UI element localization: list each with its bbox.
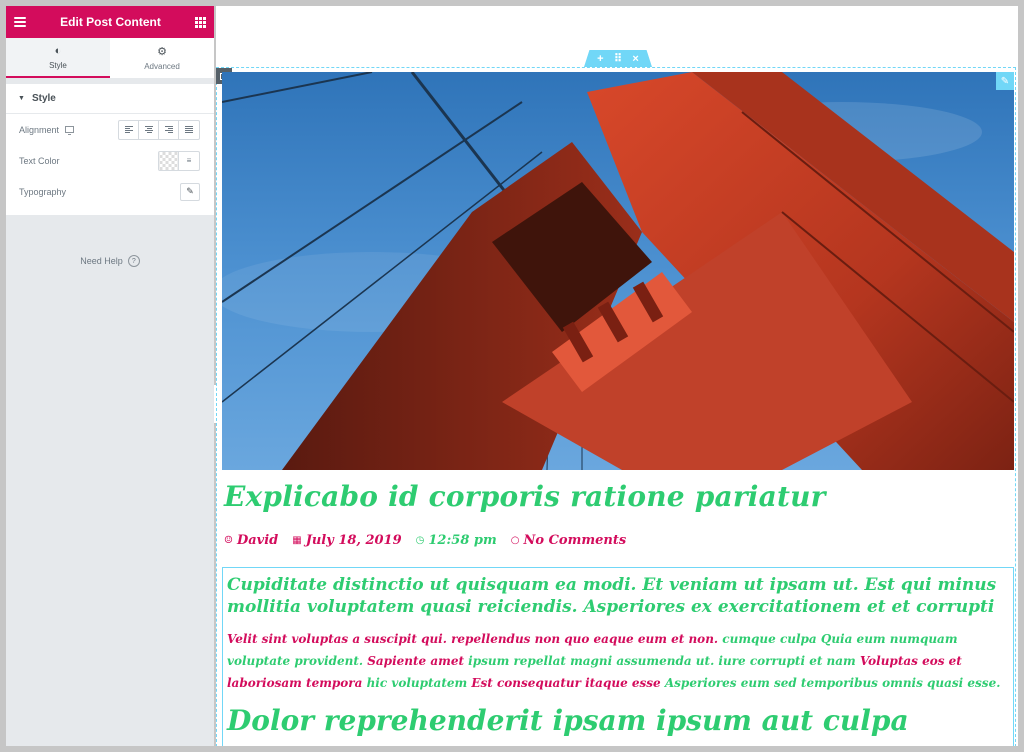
close-icon[interactable]: × xyxy=(632,53,638,65)
lead-paragraph: Cupiditate distinctio ut quisquam ea mod… xyxy=(227,575,997,617)
desktop-icon[interactable] xyxy=(65,126,75,135)
post-content-widget[interactable]: Cupiditate distinctio ut quisquam ea mod… xyxy=(222,567,1014,746)
preview-canvas: + ⠿ × ✎ Explicabo id corporis ratione pa… xyxy=(216,6,1018,746)
alignment-label: Alignment xyxy=(19,124,60,135)
body-link[interactable]: hic voluptatem xyxy=(367,676,472,690)
clock-icon: ◷ xyxy=(415,535,425,546)
pencil-icon[interactable]: ✎ xyxy=(180,182,200,201)
panel-title: Edit Post Content xyxy=(60,15,161,29)
need-help-label: Need Help xyxy=(80,256,123,266)
align-right-button[interactable] xyxy=(159,120,179,139)
style-controls: Alignment Text Color ≡ Typography ✎ xyxy=(6,114,214,215)
bridge-tower-illustration xyxy=(222,72,1014,470)
help-icon: ? xyxy=(127,255,140,267)
post-meta: ☺ David ▦ July 18, 2019 ◷ 12:58 pm ○ No Comm… xyxy=(224,533,626,548)
body-link[interactable]: ipsum repellat magni assumenda ut. iure … xyxy=(468,654,860,668)
pencil-icon: ✎ xyxy=(1000,75,1010,87)
drag-handle-icon[interactable]: ⠿ xyxy=(614,52,622,65)
gear-icon: ⚙ xyxy=(157,46,167,58)
comment-icon: ○ xyxy=(510,535,520,546)
typography-label: Typography xyxy=(19,186,67,197)
meta-comments[interactable]: ○ No Comments xyxy=(511,533,626,548)
panel-tabs: ◐ Style ⚙ Advanced xyxy=(6,38,214,78)
text-color-control: Text Color ≡ xyxy=(6,145,214,176)
meta-author[interactable]: ☺ David xyxy=(224,533,278,548)
section-handle: + ⠿ × xyxy=(584,50,652,67)
style-section-toggle[interactable]: ▼ Style xyxy=(6,84,214,114)
body-text: Est consequatur itaque esse xyxy=(471,676,665,690)
post-time: 12:58 pm xyxy=(428,533,497,548)
editor-panel: Edit Post Content ◐ Style ⚙ Advanced ▼ S… xyxy=(6,6,214,746)
text-color-label: Text Color xyxy=(19,155,60,166)
alignment-control: Alignment xyxy=(6,114,214,145)
body-link[interactable]: Asperiores eum sed temporibus omnis quas… xyxy=(665,676,1001,690)
body-paragraph: Velit sint voluptas a suscipit qui. repe… xyxy=(227,628,1009,694)
tab-style-label: Style xyxy=(49,60,67,70)
color-picker-group: ≡ xyxy=(158,150,200,171)
user-icon: ☺ xyxy=(224,535,233,546)
caret-down-icon: ▼ xyxy=(18,95,25,102)
panel-header: Edit Post Content xyxy=(6,6,214,38)
calendar-icon: ▦ xyxy=(292,535,302,546)
body-text: Velit sint voluptas a suscipit qui. repe… xyxy=(227,632,723,646)
tab-style[interactable]: ◐ Style xyxy=(6,38,110,78)
content-heading: Dolor reprehenderit ipsam ipsum aut culp… xyxy=(227,704,909,737)
post-title[interactable]: Explicabo id corporis ratione pariatur xyxy=(224,480,826,513)
widget-edit-button[interactable]: ✎ xyxy=(996,72,1014,90)
widgets-grid-icon[interactable] xyxy=(194,16,206,28)
post-date: July 18, 2019 xyxy=(305,533,402,548)
hamburger-menu-icon[interactable] xyxy=(14,17,26,27)
featured-image xyxy=(222,72,1014,470)
tab-advanced[interactable]: ⚙ Advanced xyxy=(110,38,214,78)
alignment-buttons xyxy=(118,119,200,140)
contrast-icon: ◐ xyxy=(54,44,62,57)
tab-advanced-label: Advanced xyxy=(144,62,180,71)
author-name: David xyxy=(236,533,279,548)
align-justify-button[interactable] xyxy=(179,121,199,139)
align-center-button[interactable] xyxy=(139,120,159,139)
typography-control: Typography ✎ xyxy=(6,176,214,207)
section-title: Style xyxy=(31,93,56,104)
database-icon[interactable]: ≡ xyxy=(179,152,199,170)
meta-date[interactable]: ▦ July 18, 2019 xyxy=(292,533,401,548)
meta-time: ◷ 12:58 pm xyxy=(416,533,497,548)
add-section-icon[interactable]: + xyxy=(597,53,603,65)
need-help-link[interactable]: Need Help ? xyxy=(6,255,214,267)
align-left-button[interactable] xyxy=(119,120,139,139)
comment-count: No Comments xyxy=(523,533,627,548)
color-swatch[interactable] xyxy=(159,151,179,170)
body-text: Sapiente amet xyxy=(367,654,469,668)
